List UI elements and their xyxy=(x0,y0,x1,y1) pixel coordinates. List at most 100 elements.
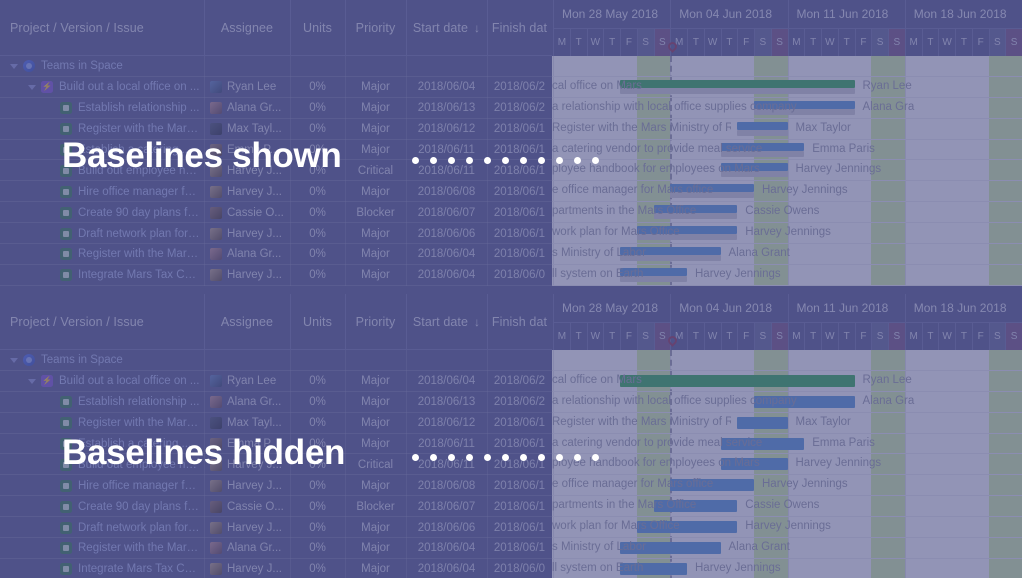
cell-start[interactable]: 2018/06/08 xyxy=(406,181,487,202)
column-divider[interactable] xyxy=(487,294,488,350)
cell-units[interactable]: 0% xyxy=(290,538,345,559)
cell-name[interactable]: Hire office manager fo... xyxy=(10,475,200,496)
column-header-start[interactable]: Start date ↓ xyxy=(406,294,487,350)
gantt-row[interactable]: a relationship with local office supplie… xyxy=(552,392,1022,413)
cell-start[interactable]: 2018/06/04 xyxy=(406,77,487,98)
cell-finish[interactable] xyxy=(487,350,552,371)
chevron-down-icon[interactable] xyxy=(10,63,18,69)
cell-finish[interactable]: 2018/06/1 xyxy=(487,434,552,455)
table-row[interactable]: Build out a local office on ... Ryan Lee 0… xyxy=(0,76,552,98)
issue-name-link[interactable]: Create 90 day plans fo... xyxy=(78,501,200,513)
cell-name[interactable]: Draft network plan for ... xyxy=(10,517,200,538)
cell-units[interactable]: 0% xyxy=(290,223,345,244)
cell-assignee[interactable]: Harvey J... xyxy=(210,517,288,538)
column-header-finish[interactable]: Finish dat xyxy=(487,294,552,350)
cell-start[interactable]: 2018/06/12 xyxy=(406,119,487,140)
gantt-row[interactable]: e office manager for Mars office Harvey J… xyxy=(552,475,1022,497)
chevron-down-icon[interactable] xyxy=(10,357,18,363)
cell-assignee[interactable]: Alana Gr... xyxy=(210,98,288,119)
cell-finish[interactable]: 2018/06/1 xyxy=(487,202,552,223)
issue-name-link[interactable]: Draft network plan for ... xyxy=(78,228,200,240)
table-row[interactable]: Register with the Mars... Alana Gr... 0% Ma… xyxy=(0,244,552,265)
column-divider[interactable] xyxy=(345,294,346,350)
cell-units[interactable]: 0% xyxy=(290,181,345,202)
issue-name-link[interactable]: Establish relationship ... xyxy=(78,102,199,114)
cell-units[interactable]: 0% xyxy=(290,98,345,119)
table-row[interactable]: Draft network plan for ... Harvey J... 0% M… xyxy=(0,517,552,539)
cell-units[interactable]: 0% xyxy=(290,475,345,496)
table-row[interactable]: Build out a local office on ... Ryan Lee 0… xyxy=(0,370,552,392)
column-header-start[interactable]: Start date ↓ xyxy=(406,0,487,56)
cell-finish[interactable]: 2018/06/1 xyxy=(487,538,552,559)
gantt-row[interactable]: a catering vendor to provide meal servic… xyxy=(552,434,1022,455)
gantt-row[interactable]: work plan for Mars Office Harvey Jennings xyxy=(552,517,1022,539)
issue-name-link[interactable]: Hire office manager fo... xyxy=(78,186,200,198)
gantt-row[interactable]: partments in the Mars Office Cassie Owens xyxy=(552,496,1022,518)
table-row[interactable]: Establish relationship ... Alana Gr... 0% M… xyxy=(0,97,552,119)
cell-name[interactable]: Register with the Mars... xyxy=(10,413,200,434)
cell-name[interactable]: Build out a local office on ... xyxy=(10,77,200,98)
cell-finish[interactable]: 2018/06/1 xyxy=(487,223,552,244)
issue-name-link[interactable]: Register with the Mars... xyxy=(78,248,200,260)
cell-assignee[interactable]: Ryan Lee xyxy=(210,77,288,98)
cell-finish[interactable]: 2018/06/1 xyxy=(487,475,552,496)
cell-finish[interactable]: 2018/06/0 xyxy=(487,559,552,578)
cell-name[interactable]: Teams in Space xyxy=(10,56,200,77)
table-row[interactable]: Draft network plan for ... Harvey J... 0% M… xyxy=(0,223,552,245)
cell-units[interactable]: 0% xyxy=(290,265,345,286)
gantt-row[interactable]: s Ministry of Labor Alana Grant xyxy=(552,538,1022,559)
gantt-row[interactable]: partments in the Mars Office Cassie Owens xyxy=(552,202,1022,224)
cell-finish[interactable]: 2018/06/1 xyxy=(487,119,552,140)
gantt-summary-bar[interactable] xyxy=(620,374,855,387)
cell-start[interactable]: 2018/06/06 xyxy=(406,517,487,538)
cell-finish[interactable]: 2018/06/2 xyxy=(487,392,552,413)
table-row[interactable]: Teams in Space xyxy=(0,350,552,371)
cell-assignee[interactable]: Harvey J... xyxy=(210,475,288,496)
cell-start[interactable]: 2018/06/13 xyxy=(406,98,487,119)
cell-start[interactable]: 2018/06/12 xyxy=(406,413,487,434)
table-row[interactable]: Create 90 day plans fo... Cassie O... 0% Bl… xyxy=(0,496,552,518)
sort-arrow-icon[interactable]: ↓ xyxy=(474,315,480,329)
cell-assignee[interactable]: Cassie O... xyxy=(210,496,288,517)
gantt-row[interactable]: ll system on Earth Harvey Jennings xyxy=(552,559,1022,578)
table-row[interactable]: Hire office manager fo... Harvey J... 0% Ma… xyxy=(0,181,552,203)
gantt-row[interactable]: ployee handbook for employees on Mars Har… xyxy=(552,160,1022,182)
column-header-assignee[interactable]: Assignee xyxy=(204,294,290,350)
cell-name[interactable]: Establish relationship ... xyxy=(10,392,200,413)
cell-priority[interactable]: Major xyxy=(345,119,406,140)
issue-name-link[interactable]: Build out a local office on ... xyxy=(59,81,199,93)
gantt-row[interactable]: e office manager for Mars office Harvey J… xyxy=(552,181,1022,203)
cell-name[interactable]: Integrate Mars Tax Co... xyxy=(10,559,200,578)
table-row[interactable]: Integrate Mars Tax Co... Harvey J... 0% Maj… xyxy=(0,264,552,286)
cell-priority[interactable]: Critical xyxy=(345,160,406,181)
column-divider[interactable] xyxy=(290,0,291,56)
gantt-row[interactable]: Register with the Mars Ministry of Reven… xyxy=(552,413,1022,434)
cell-priority[interactable]: Major xyxy=(345,475,406,496)
cell-priority[interactable] xyxy=(345,350,406,371)
cell-assignee[interactable]: Alana Gr... xyxy=(210,392,288,413)
issue-name-link[interactable]: Teams in Space xyxy=(41,354,123,366)
cell-units[interactable]: 0% xyxy=(290,517,345,538)
column-divider[interactable] xyxy=(290,294,291,350)
column-header-priority[interactable]: Priority xyxy=(345,294,406,350)
table-row[interactable]: Integrate Mars Tax Co... Harvey J... 0% Maj… xyxy=(0,558,552,578)
column-divider[interactable] xyxy=(487,0,488,56)
gantt-row[interactable]: s Ministry of Labor Alana Grant xyxy=(552,244,1022,265)
cell-priority[interactable]: Major xyxy=(345,98,406,119)
gantt-row[interactable]: cal office on Mars Ryan Lee xyxy=(552,371,1022,392)
cell-assignee[interactable]: Ryan Lee xyxy=(210,371,288,392)
cell-finish[interactable]: 2018/06/1 xyxy=(487,496,552,517)
cell-assignee[interactable]: Harvey J... xyxy=(210,265,288,286)
issue-name-link[interactable]: Create 90 day plans fo... xyxy=(78,207,200,219)
cell-priority[interactable]: Critical xyxy=(345,454,406,475)
chevron-down-icon[interactable] xyxy=(28,84,36,90)
cell-start[interactable]: 2018/06/07 xyxy=(406,202,487,223)
gantt-summary-bar[interactable] xyxy=(620,79,855,88)
cell-priority[interactable]: Blocker xyxy=(345,202,406,223)
cell-finish[interactable]: 2018/06/1 xyxy=(487,244,552,265)
cell-priority[interactable]: Major xyxy=(345,413,406,434)
issue-name-link[interactable]: Register with the Mars... xyxy=(78,417,200,429)
sort-arrow-icon[interactable]: ↓ xyxy=(474,21,480,35)
chevron-down-icon[interactable] xyxy=(28,378,36,384)
cell-name[interactable]: Draft network plan for ... xyxy=(10,223,200,244)
